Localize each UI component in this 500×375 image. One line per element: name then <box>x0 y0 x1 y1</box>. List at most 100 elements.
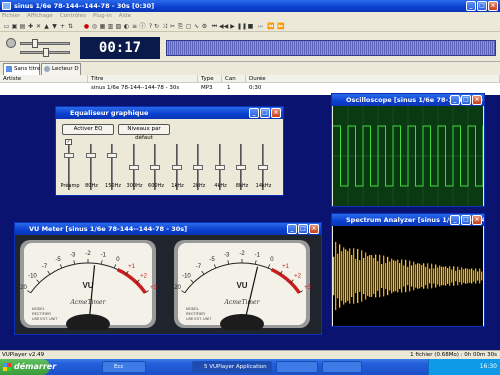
balance-thumb[interactable] <box>43 48 49 57</box>
next-disabled-icon[interactable]: ⏭ <box>257 23 264 30</box>
mix-icon[interactable]: ⚙ <box>201 23 208 30</box>
eq-maximize-button[interactable]: □ <box>260 108 270 118</box>
vu-scale-label: -7 <box>42 264 48 270</box>
windows-logo-icon <box>3 363 11 371</box>
vu-fine-print: USE EXT. UNIT <box>186 317 212 321</box>
visualizer-icon[interactable]: ▦ <box>99 23 106 30</box>
eq-slider-thumb[interactable] <box>128 164 139 170</box>
column-header-channels[interactable]: Can <box>222 75 246 83</box>
volume-knob-icon[interactable] <box>6 38 16 48</box>
eq-close-button[interactable]: × <box>271 108 281 118</box>
seek-bar[interactable] <box>166 40 496 56</box>
skip-forward-icon[interactable]: ⏩ <box>277 23 284 30</box>
play-icon[interactable]: ▶ <box>229 23 236 30</box>
eq-minimize-button[interactable]: _ <box>249 108 259 118</box>
move-down-icon[interactable]: ▼ <box>51 23 58 30</box>
cd-icon[interactable]: ◎ <box>91 23 98 30</box>
stop-icon[interactable]: ■ <box>247 23 254 30</box>
task-vuplayer[interactable]: 5 VUPlayer Application <box>192 361 272 373</box>
minimize-button[interactable]: _ <box>466 1 476 11</box>
task-ecc[interactable]: Ecc <box>102 361 146 373</box>
paste-icon[interactable]: ▢ <box>185 23 192 30</box>
record-icon[interactable]: ● <box>83 23 90 30</box>
skip-back-icon[interactable]: ⏪ <box>267 23 274 30</box>
vu-scale-label: -2 <box>85 251 91 257</box>
wave-icon[interactable]: ∿ <box>193 23 200 30</box>
copy-icon[interactable]: ⎘ <box>177 23 184 30</box>
balance-slider[interactable] <box>20 48 70 57</box>
eq-slider-thumb[interactable] <box>85 153 96 159</box>
save-icon[interactable]: ▤ <box>19 23 26 30</box>
tab-lecteur-d[interactable]: Lecteur D <box>41 63 81 75</box>
new-playlist-icon[interactable]: ▭ <box>3 23 10 30</box>
pause-icon[interactable]: ❚❚ <box>237 23 247 30</box>
eq-band-label: 14kHz <box>255 183 272 189</box>
column-header-duration[interactable]: Durée <box>246 75 500 83</box>
prev-track-icon[interactable]: ⏮ <box>211 23 218 30</box>
remove-icon[interactable]: ✕ <box>35 23 42 30</box>
task-3[interactable] <box>276 361 318 373</box>
vu-close-button[interactable]: × <box>309 224 319 234</box>
cut-icon[interactable]: ✂ <box>169 23 176 30</box>
start-button[interactable]: démarrer <box>0 359 56 375</box>
menu-item-1[interactable]: Affichage <box>27 12 53 21</box>
column-header-title[interactable]: Titre <box>88 75 198 83</box>
spectrum-bar <box>395 260 397 292</box>
spec-minimize-button[interactable]: _ <box>450 215 460 225</box>
eq-slider-thumb[interactable] <box>214 164 225 170</box>
osc-maximize-button[interactable]: □ <box>461 95 471 105</box>
volume-thumb[interactable] <box>32 39 38 48</box>
eq-slider-thumb[interactable] <box>257 164 268 170</box>
default-levels-button[interactable]: Niveaux par défaut <box>118 124 170 141</box>
menu-item-4[interactable]: Aide <box>119 12 131 21</box>
spec-maximize-button[interactable]: □ <box>461 215 471 225</box>
activate-eq-button[interactable]: Activer EQ <box>62 124 114 135</box>
info-icon[interactable]: ⓘ <box>139 23 146 30</box>
spectrum-bar <box>377 261 379 291</box>
eq-preamp-checkbox[interactable]: ✓ <box>65 139 72 145</box>
spectrum-bar <box>451 269 453 283</box>
eq-slider-thumb[interactable] <box>150 164 160 170</box>
spectrum-bar <box>467 268 469 284</box>
shuffle-icon[interactable]: ⤨ <box>161 23 168 30</box>
spectrum-bar <box>449 266 451 286</box>
spectrum-display <box>333 226 483 326</box>
scope-icon[interactable]: ▥ <box>107 23 114 30</box>
sort-icon[interactable]: ⇅ <box>67 23 74 30</box>
vu-icon[interactable]: ◐ <box>123 23 130 30</box>
eq-icon[interactable]: ≡ <box>131 23 138 30</box>
osc-minimize-button[interactable]: _ <box>450 95 460 105</box>
menu-item-0[interactable]: Fichier <box>2 12 20 21</box>
menu-item-3[interactable]: Plug-in <box>93 12 112 21</box>
volume-slider[interactable] <box>20 39 70 48</box>
move-up-icon[interactable]: ▲ <box>43 23 50 30</box>
task-4[interactable] <box>322 361 362 373</box>
spectrum-bar <box>371 255 373 297</box>
vu-minimize-button[interactable]: _ <box>287 224 297 234</box>
app-icon <box>2 2 11 10</box>
spectrum-title-bar: Spectrum Analyzer [sinus 1/6e 78-144--14… <box>332 214 484 226</box>
spec-close-button[interactable]: × <box>472 215 482 225</box>
add-icon[interactable]: + <box>59 23 66 30</box>
open-icon[interactable]: ▣ <box>11 23 18 30</box>
repeat-icon[interactable]: ↻ <box>153 23 160 30</box>
column-header-artist[interactable]: Artiste <box>0 75 88 83</box>
eq-slider-thumb[interactable] <box>193 164 203 170</box>
close-button[interactable]: × <box>488 1 498 11</box>
spectrum-bar <box>341 251 343 301</box>
eq-slider-thumb[interactable] <box>107 153 117 159</box>
spectrum-bar <box>421 265 423 287</box>
menu-item-2[interactable]: Contrôles <box>60 12 86 21</box>
spectrum-bar <box>345 249 347 303</box>
tab-sans-titre[interactable]: Sans titre <box>3 63 40 75</box>
eq-slider-thumb[interactable] <box>236 164 246 170</box>
spectrum-icon[interactable]: ▧ <box>115 23 122 30</box>
vu-maximize-button[interactable]: □ <box>298 224 308 234</box>
eq-slider-thumb[interactable] <box>64 153 74 159</box>
maximize-button[interactable]: □ <box>477 1 487 11</box>
eq-slider-thumb[interactable] <box>171 164 182 170</box>
column-header-type[interactable]: Type <box>198 75 222 83</box>
rewind-icon[interactable]: ◀◀ <box>219 23 228 30</box>
add-file-icon[interactable]: ✚ <box>27 23 34 30</box>
osc-close-button[interactable]: × <box>472 95 482 105</box>
